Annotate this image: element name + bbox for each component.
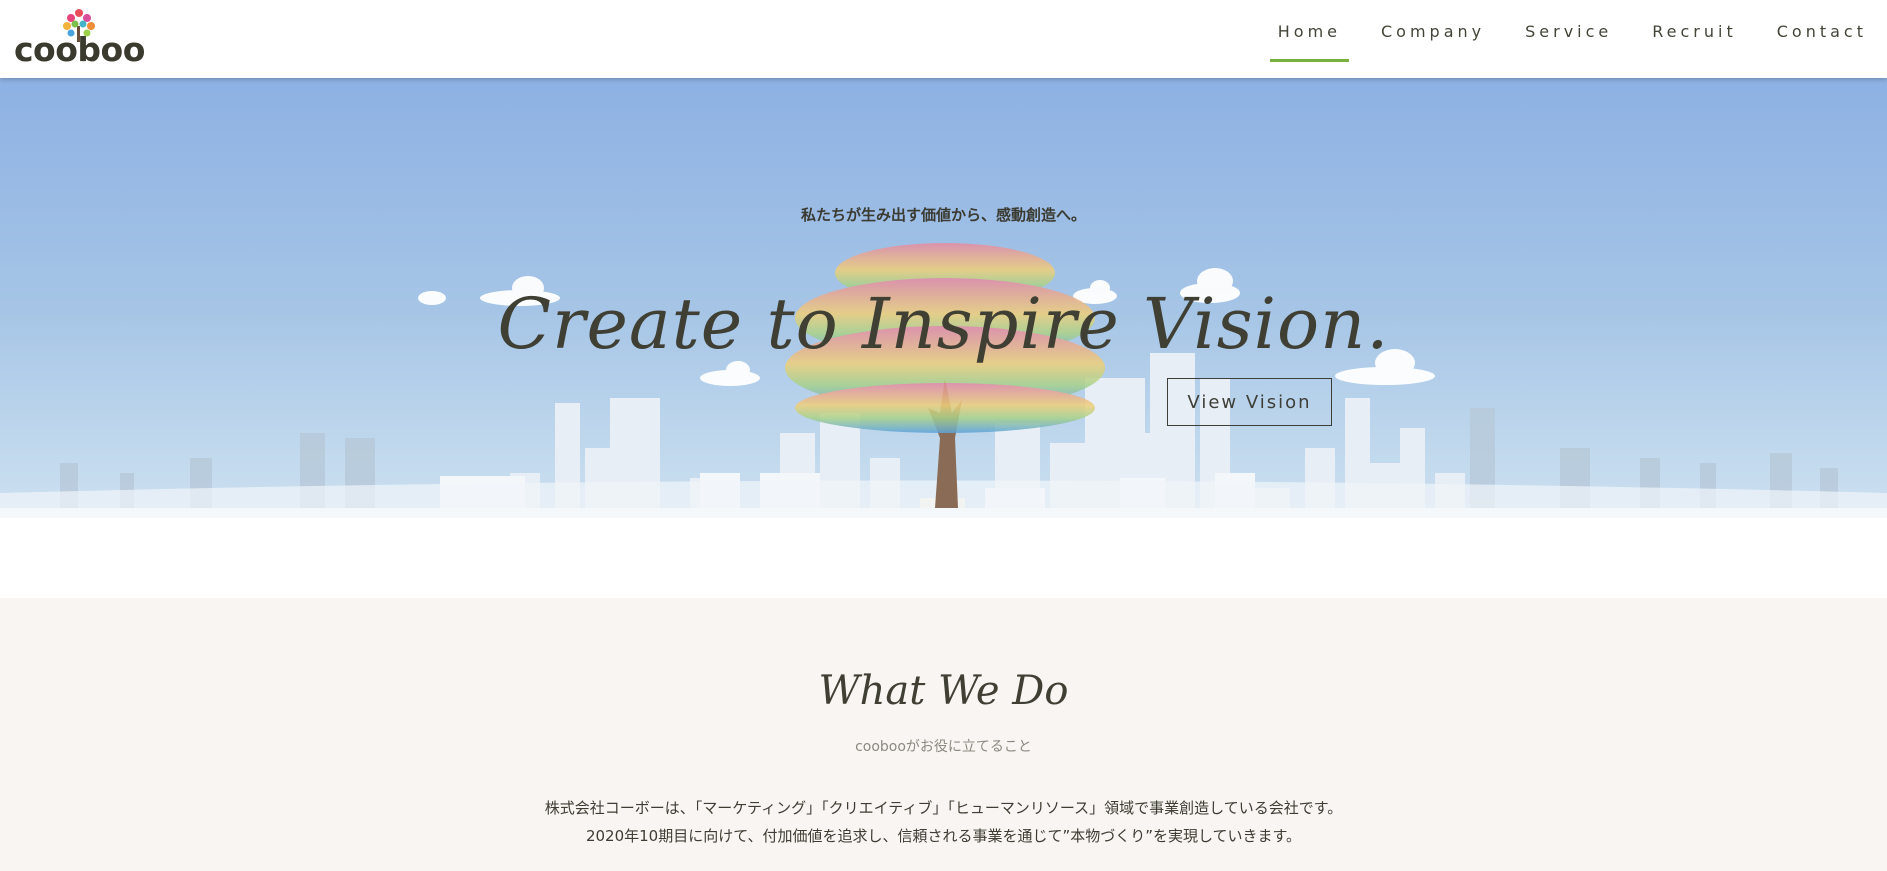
logo-wordmark: cooboo <box>14 30 145 69</box>
section-subtitle: coobooがお役に立てること <box>855 739 1032 755</box>
logo[interactable]: cooboo <box>12 6 152 68</box>
hero-section: 私たちが生み出す価値から、感動創造へ。 Create to Inspire Vi… <box>0 78 1887 598</box>
nav-item-contact[interactable]: Contact <box>1757 0 1887 62</box>
main-nav: Home Company Service Recruit Contact <box>1258 0 1887 78</box>
section-body: 株式会社コーボーは、「マーケティング」「クリエイティブ」「ヒューマンリソース」領… <box>0 794 1887 850</box>
nav-item-home[interactable]: Home <box>1258 0 1361 62</box>
nav-item-company[interactable]: Company <box>1361 0 1505 62</box>
body-line-1: 株式会社コーボーは、「マーケティング」「クリエイティブ」「ヒューマンリソース」領… <box>544 799 1343 817</box>
view-vision-button[interactable]: View Vision <box>1167 378 1332 426</box>
what-we-do-section: What We Do coobooがお役に立てること 株式会社コーボーは、「マー… <box>0 598 1887 871</box>
hero-subtitle: 私たちが生み出す価値から、感動創造へ。 <box>800 206 1086 224</box>
body-line-2: 2020年10期目に向けて、付加価値を追求し、信頼される事業を通じて”本物づくり… <box>585 827 1302 845</box>
hero-title: Create to Inspire Vision. <box>497 283 1390 365</box>
site-header: cooboo Home Company Service Recruit Cont… <box>0 0 1887 78</box>
nav-item-service[interactable]: Service <box>1505 0 1632 62</box>
section-title: What We Do <box>818 668 1069 714</box>
nav-item-recruit[interactable]: Recruit <box>1632 0 1756 62</box>
